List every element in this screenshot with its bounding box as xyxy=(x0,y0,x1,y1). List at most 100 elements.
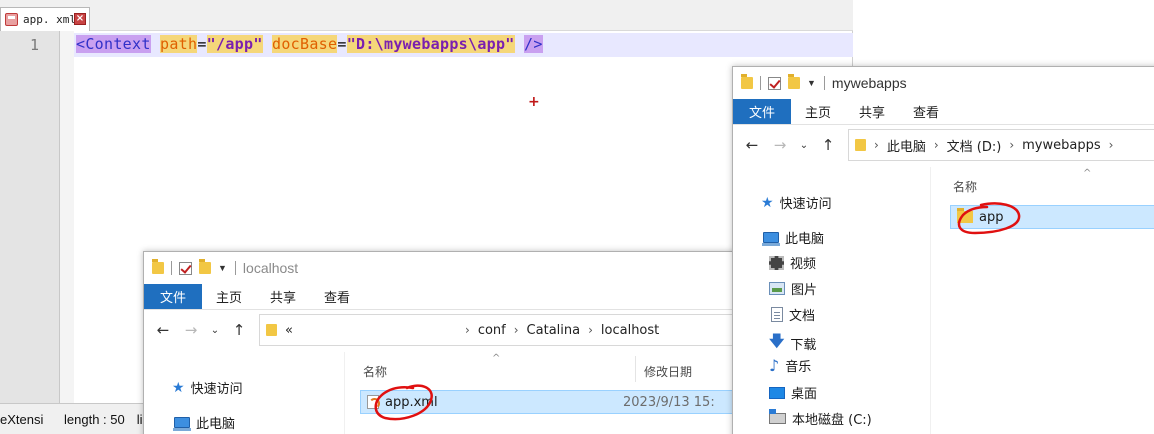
status-length: length : 50 xyxy=(64,411,125,427)
recent-locations-chevron-icon[interactable]: ⌄ xyxy=(208,325,222,336)
tab-file[interactable]: 文件 xyxy=(144,284,203,309)
window-title: mywebapps xyxy=(831,75,907,91)
drive-icon xyxy=(769,409,786,424)
star-icon: ★ xyxy=(172,379,185,396)
sort-ascending-icon: ^ xyxy=(492,353,501,364)
star-icon: ★ xyxy=(761,194,774,211)
xml-equals: = xyxy=(337,35,347,53)
sidebar-item-label: 下载 xyxy=(790,338,817,353)
xml-equals: = xyxy=(197,35,207,53)
folder-icon xyxy=(152,259,164,274)
explorer-window-localhost: ▼ localhost 文件 主页 共享 查看 ← → ⌄ ↑ « › conf… xyxy=(143,251,743,434)
pane-divider xyxy=(930,167,931,434)
sidebar-item-quick-access[interactable]: ★ 快速访问 xyxy=(761,193,832,213)
computer-icon xyxy=(762,232,780,246)
breadcrumb-conf[interactable]: conf xyxy=(478,323,506,338)
toolbar-separator xyxy=(760,76,761,90)
file-modified-date: 2023/9/13 15: xyxy=(623,394,715,410)
fold-margin xyxy=(60,31,74,403)
breadcrumb-localhost[interactable]: localhost xyxy=(601,323,659,338)
recent-locations-chevron-icon[interactable]: ⌄ xyxy=(797,140,811,151)
address-bar[interactable]: › 此电脑 › 文档 (D:) › mywebapps › xyxy=(848,129,1154,161)
sidebar-item-local-disk-c[interactable]: 本地磁盘 (C:) xyxy=(769,409,872,428)
sidebar-item-quick-access[interactable]: ★ 快速访问 xyxy=(172,378,243,398)
column-header-name[interactable]: 名称 xyxy=(953,178,977,195)
explorer-title-bar: ▼ localhost xyxy=(144,252,742,284)
navigation-bar: ← → ⌄ ↑ › 此电脑 › 文档 (D:) › mywebapps › xyxy=(733,125,1154,165)
properties-check-icon[interactable] xyxy=(768,76,781,90)
xml-tag-open: <Context xyxy=(76,35,151,53)
address-bar[interactable]: « › conf › Catalina › localhost xyxy=(259,314,742,346)
computer-icon xyxy=(173,417,191,431)
sidebar-item-label: 音乐 xyxy=(785,360,812,375)
new-folder-icon[interactable] xyxy=(199,259,211,274)
sidebar-item-label: 此电脑 xyxy=(196,417,236,432)
quick-access-dropdown-icon[interactable]: ▼ xyxy=(807,78,816,88)
column-header-date[interactable]: 修改日期 xyxy=(644,363,692,380)
xml-attr-name: docBase xyxy=(272,35,338,53)
music-icon: ♪ xyxy=(769,356,780,375)
pane-divider xyxy=(344,352,345,434)
up-arrow-icon[interactable]: ↑ xyxy=(817,136,839,154)
sidebar-item-this-pc[interactable]: 此电脑 xyxy=(173,413,236,432)
file-row-app-folder[interactable]: app xyxy=(950,205,1154,229)
tab-file[interactable]: 文件 xyxy=(733,99,792,124)
sidebar-item-music[interactable]: ♪ 音乐 xyxy=(769,356,811,375)
editor-tab-strip: app. xml × xyxy=(0,0,853,31)
toolbar-separator xyxy=(171,261,172,275)
up-arrow-icon[interactable]: ↑ xyxy=(228,321,250,339)
line-number-gutter: 1 xyxy=(0,31,60,403)
file-save-icon xyxy=(5,13,18,26)
tab-share[interactable]: 共享 xyxy=(845,99,899,124)
tab-label: app. xml xyxy=(23,13,76,26)
column-header-name[interactable]: 名称 xyxy=(363,363,387,380)
tab-home[interactable]: 主页 xyxy=(202,284,256,309)
sidebar-item-label: 本地磁盘 (C:) xyxy=(792,413,872,428)
code-line-1[interactable]: <Context path="/app" docBase="D:\mywebap… xyxy=(76,35,543,53)
breadcrumb-mywebapps[interactable]: mywebapps xyxy=(1022,138,1100,153)
xml-tag-close: /> xyxy=(524,35,543,53)
back-arrow-icon[interactable]: ← xyxy=(152,321,174,339)
tab-home[interactable]: 主页 xyxy=(791,99,845,124)
file-name: app.xml xyxy=(385,394,438,410)
ribbon-tabs: 文件 主页 共享 查看 xyxy=(733,99,1154,125)
picture-icon xyxy=(769,282,785,295)
document-icon xyxy=(771,307,783,322)
back-arrow-icon[interactable]: ← xyxy=(741,136,763,154)
sidebar-item-downloads[interactable]: 🡇 下载 xyxy=(769,331,816,356)
xml-file-icon xyxy=(367,395,380,409)
xml-attr-name: path xyxy=(160,35,198,53)
chevron-right-icon: › xyxy=(933,138,939,152)
xml-attr-value: "D:\mywebapps\app" xyxy=(346,35,515,53)
tab-app-xml[interactable]: app. xml × xyxy=(0,7,90,31)
breadcrumb-drive-d[interactable]: 文档 (D:) xyxy=(947,136,1002,155)
desktop-icon xyxy=(769,386,785,399)
breadcrumb-overflow[interactable]: « xyxy=(285,323,457,338)
tab-share[interactable]: 共享 xyxy=(256,284,310,309)
explorer-window-mywebapps: ▼ mywebapps 文件 主页 共享 查看 ← → ⌄ ↑ › 此电脑 › … xyxy=(732,66,1154,434)
sidebar-item-pictures[interactable]: 图片 xyxy=(769,279,817,298)
quick-access-dropdown-icon[interactable]: ▼ xyxy=(218,263,227,273)
sidebar-item-desktop[interactable]: 桌面 xyxy=(769,383,817,402)
sidebar-item-label: 视频 xyxy=(790,257,817,272)
video-icon xyxy=(769,255,784,270)
tab-view[interactable]: 查看 xyxy=(310,284,364,309)
tab-view[interactable]: 查看 xyxy=(899,99,953,124)
chevron-right-icon: › xyxy=(1108,138,1114,152)
status-language: eXtensi xyxy=(0,411,44,427)
forward-arrow-icon[interactable]: → xyxy=(180,321,202,339)
navigation-bar: ← → ⌄ ↑ « › conf › Catalina › localhost xyxy=(144,310,742,350)
breadcrumb-catalina[interactable]: Catalina xyxy=(527,323,581,338)
sidebar-item-videos[interactable]: 视频 xyxy=(769,253,816,272)
forward-arrow-icon[interactable]: → xyxy=(769,136,791,154)
sidebar-item-label: 快速访问 xyxy=(779,197,832,212)
tab-close-icon[interactable]: × xyxy=(74,13,86,25)
toolbar-separator xyxy=(234,261,236,275)
sidebar-item-this-pc[interactable]: 此电脑 xyxy=(762,228,824,247)
sidebar-item-documents[interactable]: 文档 xyxy=(769,305,815,324)
breadcrumb-this-pc[interactable]: 此电脑 xyxy=(887,136,926,155)
new-folder-icon[interactable] xyxy=(788,74,800,89)
properties-check-icon[interactable] xyxy=(179,261,192,275)
file-row-app-xml[interactable]: app.xml 2023/9/13 15: xyxy=(360,390,742,414)
sort-ascending-icon: ^ xyxy=(1083,168,1092,179)
